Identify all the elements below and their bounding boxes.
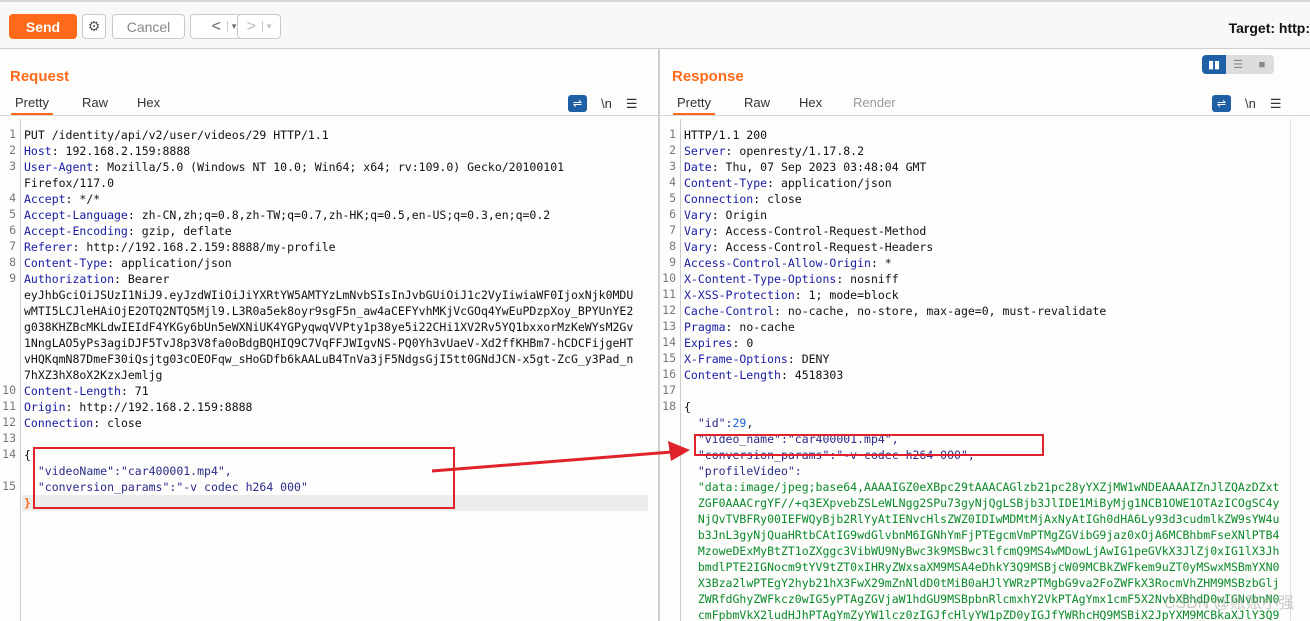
annotation-arrow (431, 441, 690, 473)
